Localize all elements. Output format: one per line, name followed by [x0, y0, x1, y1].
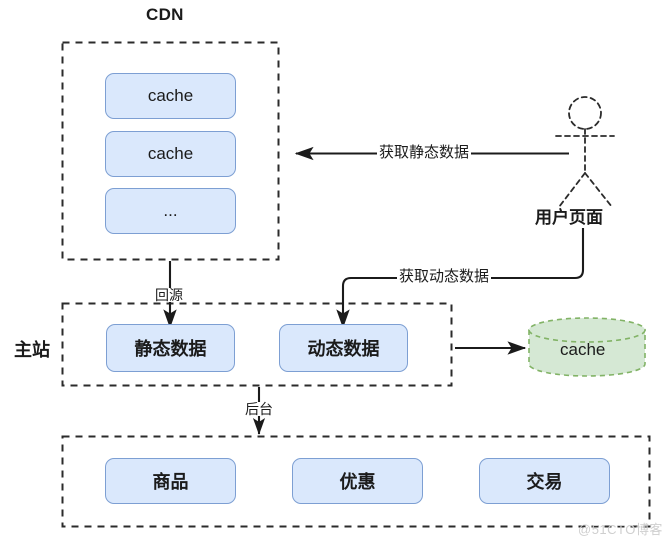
edge-label-back-to-origin: 回源 [153, 287, 185, 303]
backend-node-goods[interactable]: 商品 [105, 458, 236, 504]
static-data-node-label: 静态数据 [134, 339, 207, 359]
edge-label-backend: 后台 [243, 401, 275, 417]
backend-node-goods-label: 商品 [152, 472, 189, 492]
cache-store-label: cache [560, 340, 606, 359]
watermark: @51CTO博客 [578, 522, 663, 537]
dynamic-data-node-label: 动态数据 [307, 339, 380, 359]
cdn-cache-node-2[interactable]: cache [105, 131, 236, 177]
backend-node-promo[interactable]: 优惠 [292, 458, 423, 504]
actor-figure [555, 96, 615, 208]
backend-node-trade[interactable]: 交易 [479, 458, 610, 504]
cdn-cache-node-1[interactable]: cache [105, 73, 236, 119]
actor-label: 用户页面 [535, 208, 603, 227]
backend-node-trade-label: 交易 [526, 472, 563, 492]
static-data-node[interactable]: 静态数据 [106, 324, 235, 372]
cdn-cache-node-2-label: cache [147, 144, 194, 163]
backend-node-promo-label: 优惠 [339, 472, 376, 492]
cdn-cache-node-3[interactable]: ... [105, 188, 236, 234]
cdn-cache-node-3-label: ... [163, 201, 178, 220]
edge-label-dynamic-data: 获取动态数据 [397, 268, 492, 285]
diagram-canvas: CDN cache cache ... 主站 静态数据 动态数据 cache 商… [0, 0, 671, 543]
main-site-label: 主站 [14, 340, 50, 360]
edge-label-static-data: 获取静态数据 [377, 144, 472, 161]
dynamic-data-node[interactable]: 动态数据 [279, 324, 408, 372]
cdn-cache-node-1-label: cache [147, 86, 194, 105]
cdn-title: CDN [146, 5, 184, 24]
